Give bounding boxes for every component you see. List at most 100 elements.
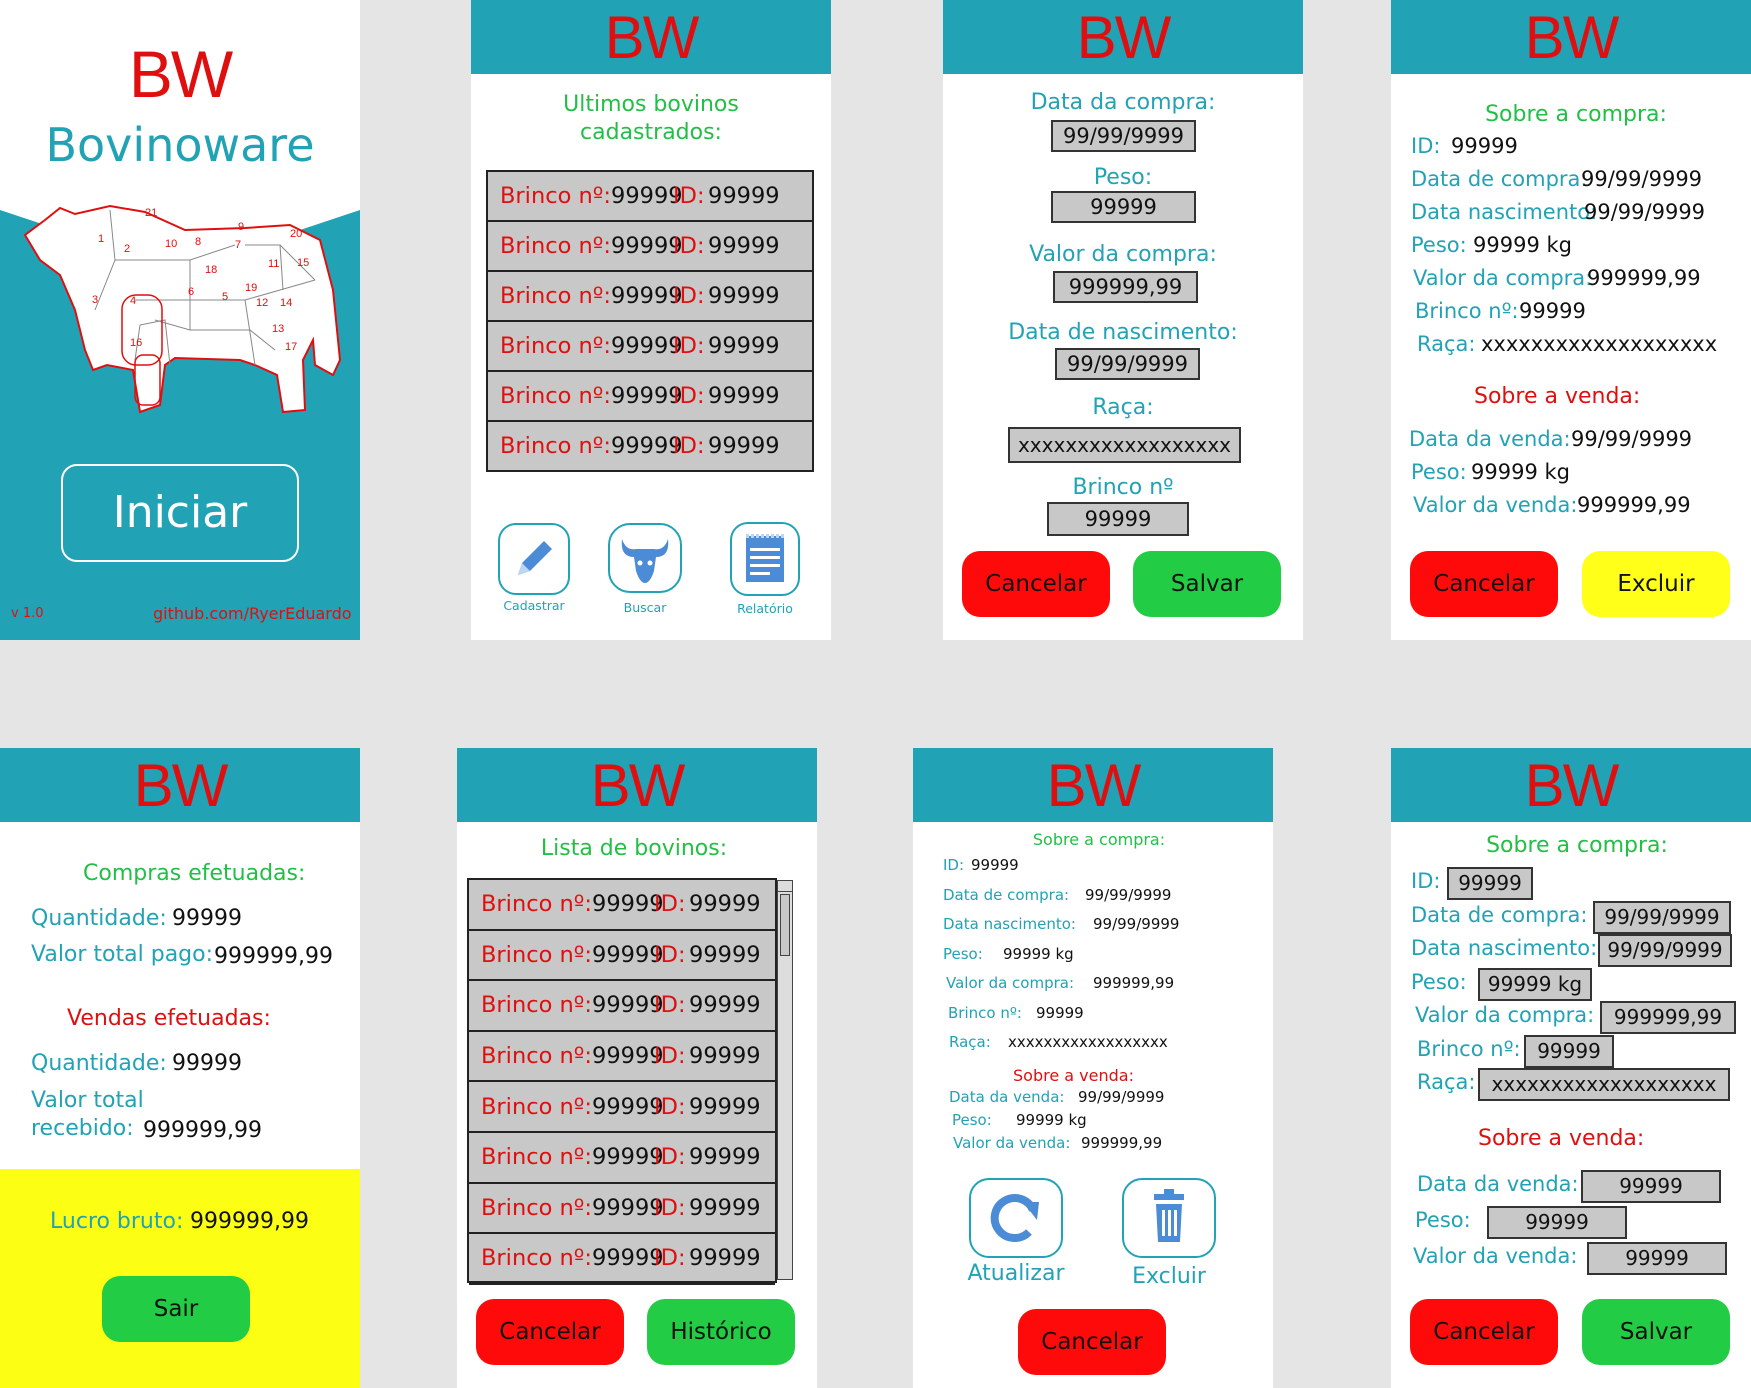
field-label: Peso: xyxy=(1093,165,1153,190)
register-button[interactable] xyxy=(498,523,570,595)
delete-button[interactable]: Excluir xyxy=(1582,551,1730,617)
list-item[interactable]: Brinco nº: 99999 ID: 99999 xyxy=(488,322,812,372)
screen-home: BW Ultimos bovinos cadastrados: Brinco n… xyxy=(471,0,831,640)
cut-number-label: 7 xyxy=(235,239,241,251)
exit-button[interactable]: Sair xyxy=(102,1276,250,1342)
field-input[interactable]: 99/99/9999 xyxy=(1593,900,1731,934)
field-label: Valor da compra: xyxy=(946,974,1075,992)
version-label: v 1.0 xyxy=(11,606,44,621)
ear-tag-value: 99999 xyxy=(611,183,683,209)
sale-heading: Sobre a venda: xyxy=(1478,1126,1645,1151)
id-value: 99999 xyxy=(708,333,780,359)
field-label: Valor da venda: xyxy=(1413,493,1578,517)
search-button[interactable] xyxy=(608,523,682,593)
ear-tag-input[interactable]: 99999 xyxy=(1047,502,1189,536)
list-item[interactable]: Brinco nº: 99999 ID: 99999 xyxy=(469,880,775,931)
birth-date-input[interactable]: 99/99/9999 xyxy=(1055,348,1200,380)
header-bar: BW xyxy=(1391,0,1751,74)
field-value: 99999 xyxy=(1451,134,1518,158)
cancel-button[interactable]: Cancelar xyxy=(1410,551,1558,617)
field-label: Valor da venda: xyxy=(953,1134,1071,1152)
weight-input[interactable]: 99999 xyxy=(1051,191,1196,223)
id-value: 99999 xyxy=(708,233,780,259)
delete-button[interactable] xyxy=(1122,1178,1216,1258)
header-logo: BW xyxy=(1046,752,1142,819)
list-item[interactable]: Brinco nº: 99999 ID: 99999 xyxy=(469,981,775,1032)
ear-tag-label: Brinco nº: xyxy=(481,1093,592,1120)
id-value: 99999 xyxy=(689,1144,761,1171)
cancel-button[interactable]: Cancelar xyxy=(962,551,1110,617)
github-link[interactable]: github.com/RyerEduardo xyxy=(153,604,352,623)
start-button[interactable]: Iniciar xyxy=(61,464,299,562)
list-item[interactable]: Brinco nº: 99999 ID: 99999 xyxy=(469,1234,775,1285)
list-heading: Lista de bovinos: xyxy=(540,836,728,861)
cancel-button[interactable]: Cancelar xyxy=(476,1299,624,1365)
save-button[interactable]: Salvar xyxy=(1582,1299,1730,1365)
profit-panel: Lucro bruto: 999999,99 Sair xyxy=(0,1169,360,1388)
field-value: 99999 kg xyxy=(1016,1111,1087,1129)
id-value: 99999 xyxy=(689,1245,761,1272)
field-label: ID: xyxy=(943,856,965,874)
field-input[interactable]: 99999 xyxy=(1487,1206,1627,1239)
field-label: Data de compra: xyxy=(943,885,1070,904)
field-label: Data de compra: xyxy=(1411,167,1588,191)
id-label: ID: xyxy=(673,383,705,409)
cut-number-label: 3 xyxy=(92,294,98,306)
breed-input[interactable]: xxxxxxxxxxxxxxxxxx xyxy=(1008,427,1241,463)
field-input[interactable]: 99999 kg xyxy=(1478,967,1592,1001)
list-item[interactable]: Brinco nº: 99999 ID: 99999 xyxy=(469,1184,775,1235)
cut-number-label: 2 xyxy=(124,243,130,255)
field-input[interactable]: 99999 xyxy=(1524,1034,1614,1068)
sale-total-label: Valor total xyxy=(31,1088,144,1113)
scrollbar-thumb[interactable] xyxy=(780,894,790,956)
app-title: Bovinoware xyxy=(45,118,315,172)
field-label: Data da compra: xyxy=(1030,90,1216,115)
field-input[interactable]: 99999 xyxy=(1447,867,1533,900)
scrollbar-up-arrow[interactable] xyxy=(778,881,792,892)
list-item[interactable]: Brinco nº: 99999 ID: 99999 xyxy=(469,1082,775,1133)
report-icon xyxy=(746,534,784,582)
cattle-list: Brinco nº: 99999 ID: 99999 Brinco nº: 99999 ID… xyxy=(467,878,777,1285)
purchase-date-input[interactable]: 99/99/9999 xyxy=(1051,120,1196,152)
id-label: ID: xyxy=(654,1093,686,1120)
list-item[interactable]: Brinco nº: 99999 ID: 99999 xyxy=(469,1032,775,1083)
list-item[interactable]: Brinco nº: 99999 ID: 99999 xyxy=(488,272,812,322)
field-input[interactable]: 99999 xyxy=(1587,1242,1727,1275)
cut-number-label: 10 xyxy=(165,238,177,250)
field-input[interactable]: 999999,99 xyxy=(1600,1001,1736,1034)
update-button[interactable] xyxy=(969,1178,1063,1258)
field-value: 999999,99 xyxy=(1577,493,1691,517)
list-item[interactable]: Brinco nº: 99999 ID: 99999 xyxy=(488,222,812,272)
list-item[interactable]: Brinco nº: 99999 ID: 99999 xyxy=(469,1133,775,1184)
purchases-heading: Compras efetuadas: xyxy=(83,861,306,886)
cut-number-label: 4 xyxy=(130,295,136,307)
scrollbar[interactable] xyxy=(777,880,793,1280)
cow-cuts-illustration: 2112 10 8972018 11 153 46 51912 141316 17 xyxy=(23,204,342,414)
header-bar: BW xyxy=(471,0,831,74)
list-item[interactable]: Brinco nº: 99999 ID: 99999 xyxy=(488,422,812,472)
list-item[interactable]: Brinco nº: 99999 ID: 99999 xyxy=(488,172,812,222)
purchase-heading: Sobre a compra: xyxy=(1485,102,1667,127)
list-item[interactable]: Brinco nº: 99999 ID: 99999 xyxy=(469,931,775,982)
list-item[interactable]: Brinco nº: 99999 ID: 99999 xyxy=(488,372,812,422)
cancel-button[interactable]: Cancelar xyxy=(1018,1309,1166,1375)
header-bar: BW xyxy=(943,0,1303,74)
purchase-value-input[interactable]: 999999,99 xyxy=(1053,271,1198,303)
id-label: ID: xyxy=(654,992,686,1019)
save-button[interactable]: Salvar xyxy=(1133,551,1281,617)
cut-number-label: 6 xyxy=(188,286,194,298)
report-button[interactable] xyxy=(730,522,800,596)
field-value: xxxxxxxxxxxxxxxxxx xyxy=(1008,1033,1168,1051)
history-button[interactable]: Histórico xyxy=(647,1299,795,1365)
ear-tag-label: Brinco nº: xyxy=(481,992,592,1019)
field-value: xxxxxxxxxxxxxxxxxxx xyxy=(1481,332,1718,356)
field-input[interactable]: 99999 xyxy=(1581,1170,1721,1203)
ear-tag-label: Brinco nº: xyxy=(481,941,592,968)
cancel-button[interactable]: Cancelar xyxy=(1410,1299,1558,1365)
field-value: 999999,99 xyxy=(1093,974,1175,992)
profit-value: 999999,99 xyxy=(190,1209,309,1234)
field-label: Data de nascimento: xyxy=(1008,320,1238,345)
cut-number-label: 11 xyxy=(268,258,279,270)
field-input[interactable]: 99/99/9999 xyxy=(1598,934,1732,967)
field-input[interactable]: xxxxxxxxxxxxxxxxxxx xyxy=(1478,1068,1730,1101)
